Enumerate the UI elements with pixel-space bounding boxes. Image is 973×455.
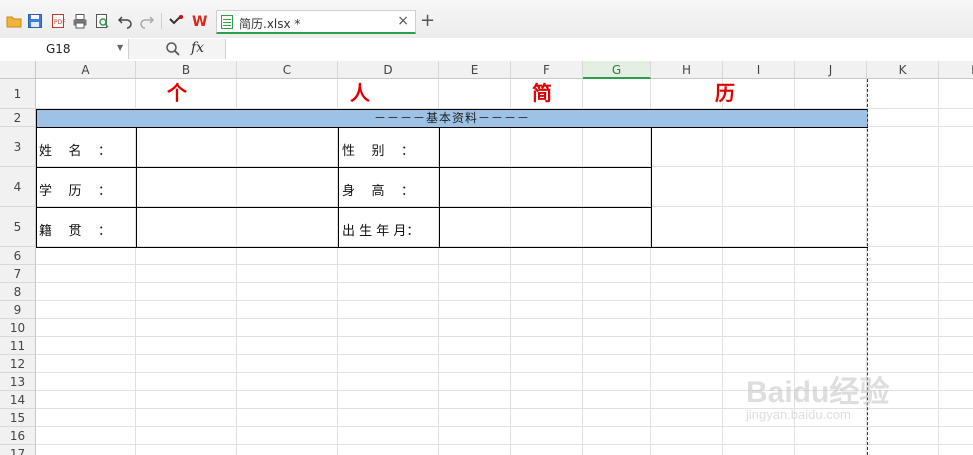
label-education: 学 历 ： bbox=[39, 184, 112, 199]
row-header-10[interactable]: 10 bbox=[0, 319, 36, 337]
close-icon[interactable]: × bbox=[397, 13, 409, 29]
row-header-16[interactable]: 16 bbox=[0, 427, 36, 445]
border-line bbox=[36, 127, 868, 128]
label-hometown: 籍 贯 ： bbox=[39, 224, 112, 239]
row-header-15[interactable]: 15 bbox=[0, 409, 36, 427]
undo-icon[interactable] bbox=[117, 13, 133, 29]
spreadsheet-file-icon bbox=[221, 15, 234, 32]
title-char: 简 bbox=[532, 81, 552, 105]
border-line bbox=[36, 109, 37, 248]
label-height: 身 高 ： bbox=[342, 184, 415, 199]
gridline bbox=[510, 79, 511, 455]
print-icon[interactable] bbox=[72, 13, 88, 29]
column-header-c[interactable]: C bbox=[237, 61, 338, 79]
gridline bbox=[722, 79, 723, 455]
row-header-1[interactable]: 1 bbox=[0, 79, 36, 109]
name-box[interactable]: G18 bbox=[0, 39, 129, 59]
spreadsheet-grid[interactable]: ABCDEFGHIJKLM 1234567891011121314151617 … bbox=[0, 61, 973, 455]
column-header-e[interactable]: E bbox=[439, 61, 511, 79]
format-painter-icon[interactable] bbox=[168, 13, 184, 29]
row-header-17[interactable]: 17 bbox=[0, 445, 36, 455]
tab-workbook[interactable]: 简历.xlsx * × bbox=[216, 10, 416, 34]
chevron-down-icon[interactable]: ▼ bbox=[117, 38, 123, 58]
row-header-14[interactable]: 14 bbox=[0, 391, 36, 409]
row-header-2[interactable]: 2 bbox=[0, 109, 36, 127]
formula-input[interactable] bbox=[227, 39, 967, 59]
select-all-corner[interactable] bbox=[0, 61, 36, 79]
column-header-f[interactable]: F bbox=[511, 61, 583, 79]
row-header-12[interactable]: 12 bbox=[0, 355, 36, 373]
row-header-11[interactable]: 11 bbox=[0, 337, 36, 355]
quick-access-toolbar: PDF W 简历.xlsx * × + bbox=[0, 0, 973, 39]
row-header-7[interactable]: 7 bbox=[0, 265, 36, 283]
svg-text:PDF: PDF bbox=[54, 19, 66, 26]
column-header-k[interactable]: K bbox=[867, 61, 939, 79]
column-header-i[interactable]: I bbox=[723, 61, 795, 79]
label-name: 姓 名 ： bbox=[39, 144, 112, 159]
formula-tools: fx bbox=[129, 39, 226, 59]
gridline bbox=[236, 79, 237, 455]
row-header-9[interactable]: 9 bbox=[0, 301, 36, 319]
border-line bbox=[439, 127, 440, 248]
row-header-6[interactable]: 6 bbox=[0, 247, 36, 265]
zoom-search-icon[interactable] bbox=[165, 41, 181, 60]
row-header-4[interactable]: 4 bbox=[0, 167, 36, 207]
tab-label: 简历.xlsx * bbox=[239, 17, 301, 31]
title-char: 个 bbox=[167, 81, 187, 105]
watermark-url: jingyan.baidu.com bbox=[746, 407, 851, 422]
wps-logo-icon[interactable]: W bbox=[192, 13, 208, 29]
open-folder-icon[interactable] bbox=[6, 13, 22, 29]
column-header-g[interactable]: G bbox=[583, 61, 651, 79]
column-header-a[interactable]: A bbox=[36, 61, 136, 79]
svg-text:W: W bbox=[192, 14, 207, 29]
baidu-watermark: Baidu经验 jingyan.baidu.com bbox=[740, 359, 940, 439]
print-preview-icon[interactable] bbox=[94, 13, 110, 29]
section-header: －－－－基本资料－－－－ bbox=[36, 109, 868, 128]
formula-bar: G18 ▼ fx bbox=[0, 38, 973, 62]
gridline bbox=[36, 336, 973, 337]
gridline bbox=[36, 318, 973, 319]
redo-icon[interactable] bbox=[139, 13, 155, 29]
column-header-d[interactable]: D bbox=[338, 61, 439, 79]
border-line bbox=[136, 127, 137, 248]
title-char: 人 bbox=[350, 81, 370, 105]
gridline bbox=[36, 300, 973, 301]
border-line bbox=[36, 167, 652, 168]
column-header-l[interactable]: L bbox=[939, 61, 973, 79]
gridline bbox=[36, 282, 973, 283]
column-header-h[interactable]: H bbox=[651, 61, 723, 79]
watermark-logo: Baidu经验 bbox=[746, 376, 890, 409]
new-tab-button[interactable]: + bbox=[420, 10, 435, 31]
save-icon[interactable] bbox=[27, 13, 43, 29]
border-line bbox=[36, 247, 868, 248]
row-header-13[interactable]: 13 bbox=[0, 373, 36, 391]
gridline bbox=[36, 264, 973, 265]
label-gender: 性 别 ： bbox=[342, 144, 415, 159]
gridline bbox=[582, 79, 583, 455]
label-birth-date: 出 生 年 月： bbox=[342, 224, 420, 239]
row-header-5[interactable]: 5 bbox=[0, 207, 36, 247]
gridline bbox=[36, 354, 973, 355]
insert-function-button[interactable]: fx bbox=[191, 40, 204, 56]
column-header-j[interactable]: J bbox=[795, 61, 867, 79]
row-header-3[interactable]: 3 bbox=[0, 127, 36, 167]
column-header-b[interactable]: B bbox=[136, 61, 237, 79]
gridline bbox=[36, 444, 973, 445]
toolbar-separator bbox=[161, 13, 162, 29]
export-pdf-icon[interactable]: PDF bbox=[50, 13, 66, 29]
border-line bbox=[651, 127, 652, 248]
title-char: 历 bbox=[715, 81, 735, 105]
border-line bbox=[338, 127, 339, 248]
border-line bbox=[36, 207, 652, 208]
row-header-8[interactable]: 8 bbox=[0, 283, 36, 301]
